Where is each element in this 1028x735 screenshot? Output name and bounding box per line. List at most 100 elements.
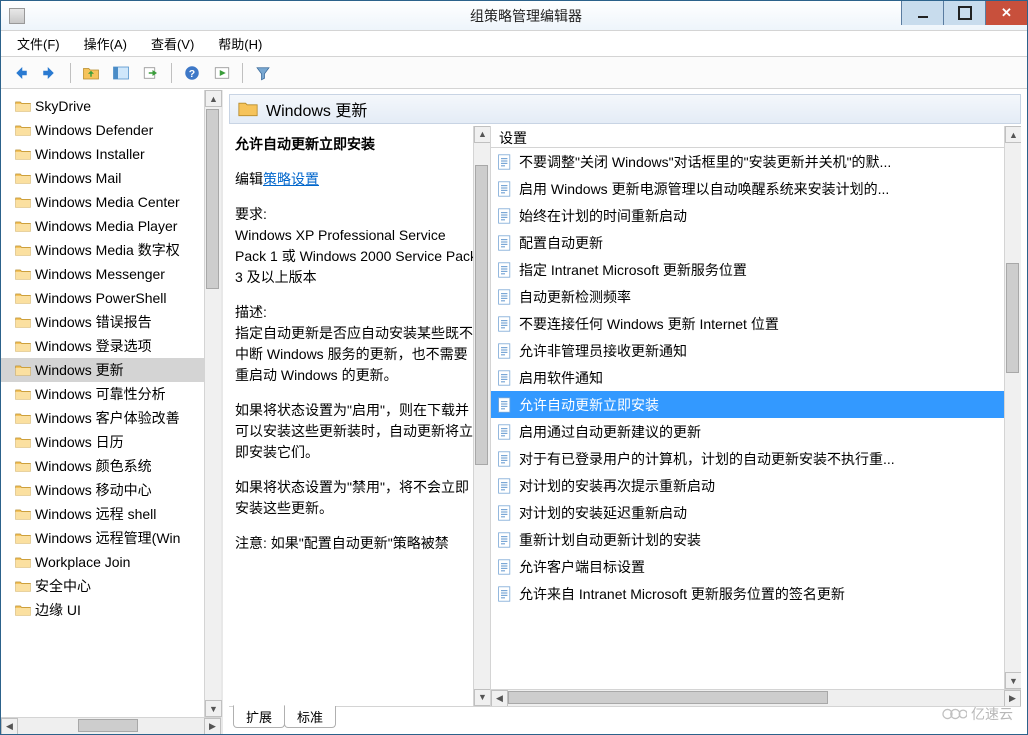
filter-button[interactable] (250, 60, 276, 86)
up-button[interactable] (78, 60, 104, 86)
tab-extended[interactable]: 扩展 (233, 705, 285, 728)
tree-item[interactable]: SkyDrive (1, 94, 221, 118)
tree-item[interactable]: Windows 登录选项 (1, 334, 221, 358)
tab-standard[interactable]: 标准 (284, 706, 336, 728)
tree-item-label: Windows 移动中心 (35, 480, 152, 500)
policy-icon (497, 181, 513, 197)
setting-item-label: 始终在计划的时间重新启动 (519, 206, 687, 226)
tree-list[interactable]: SkyDriveWindows DefenderWindows Installe… (1, 90, 221, 717)
menu-action[interactable]: 操作(A) (74, 32, 137, 55)
setting-item[interactable]: 对于有已登录用户的计算机，计划的自动更新安装不执行重... (491, 445, 1021, 472)
settings-list[interactable]: 不要调整"关闭 Windows"对话框里的"安装更新并关机"的默...启用 Wi… (491, 148, 1021, 689)
tree-vscrollbar[interactable]: ▲ ▼ (204, 90, 221, 717)
setting-item[interactable]: 重新计划自动更新计划的安装 (491, 526, 1021, 553)
tree-item[interactable]: Windows Media Player (1, 214, 221, 238)
forward-button[interactable] (37, 60, 63, 86)
scroll-down-icon[interactable]: ▼ (205, 700, 222, 717)
tree-item-label: Windows Messenger (35, 266, 165, 282)
scroll-up-icon[interactable]: ▲ (474, 126, 491, 143)
folder-up-icon (82, 64, 100, 82)
close-button[interactable] (985, 1, 1027, 25)
tree-item[interactable]: Windows 移动中心 (1, 478, 221, 502)
scroll-down-icon[interactable]: ▼ (1005, 672, 1021, 689)
maximize-button[interactable] (943, 1, 985, 25)
setting-item-label: 允许非管理员接收更新通知 (519, 341, 687, 361)
tree-item[interactable]: Windows Mail (1, 166, 221, 190)
setting-item[interactable]: 对计划的安装延迟重新启动 (491, 499, 1021, 526)
scroll-up-icon[interactable]: ▲ (205, 90, 222, 107)
minimize-button[interactable] (901, 1, 943, 25)
tree-item-label: Windows 日历 (35, 432, 124, 452)
settings-column-header[interactable]: 设置 (491, 126, 1021, 148)
scroll-down-icon[interactable]: ▼ (474, 689, 491, 706)
scroll-thumb[interactable] (206, 109, 219, 289)
setting-item[interactable]: 启用软件通知 (491, 364, 1021, 391)
folder-icon (15, 411, 31, 425)
setting-item[interactable]: 启用通过自动更新建议的更新 (491, 418, 1021, 445)
setting-item[interactable]: 配置自动更新 (491, 229, 1021, 256)
tree-item[interactable]: Windows 远程 shell (1, 502, 221, 526)
setting-item[interactable]: 指定 Intranet Microsoft 更新服务位置 (491, 256, 1021, 283)
tree-item[interactable]: Workplace Join (1, 550, 221, 574)
tree-item[interactable]: Windows 远程管理(Win (1, 526, 221, 550)
scroll-thumb[interactable] (1006, 263, 1019, 373)
setting-item[interactable]: 允许来自 Intranet Microsoft 更新服务位置的签名更新 (491, 580, 1021, 607)
menu-file[interactable]: 文件(F) (7, 32, 70, 55)
tree-item[interactable]: Windows Media Center (1, 190, 221, 214)
setting-item[interactable]: 允许非管理员接收更新通知 (491, 337, 1021, 364)
tree-hscrollbar[interactable]: ◀ ▶ (1, 717, 221, 734)
edit-policy-link[interactable]: 策略设置 (263, 171, 319, 187)
settings-vscrollbar[interactable]: ▲ ▼ (1004, 126, 1021, 689)
scroll-thumb[interactable] (78, 719, 138, 732)
window-title: 组策略管理编辑器 (25, 6, 1027, 26)
tree-item[interactable]: Windows 客户体验改善 (1, 406, 221, 430)
setting-item[interactable]: 启用 Windows 更新电源管理以自动唤醒系统来安装计划的... (491, 175, 1021, 202)
scroll-thumb[interactable] (475, 165, 488, 465)
arrow-right-icon (41, 64, 59, 82)
help-button[interactable]: ? (179, 60, 205, 86)
tree-item[interactable]: 安全中心 (1, 574, 221, 598)
desc-vscrollbar[interactable]: ▲ ▼ (473, 126, 490, 706)
menu-view[interactable]: 查看(V) (141, 32, 204, 55)
play-icon (213, 64, 231, 82)
scroll-thumb[interactable] (508, 691, 828, 704)
folder-icon (15, 99, 31, 113)
folder-icon (15, 387, 31, 401)
folder-icon (15, 315, 31, 329)
setting-item[interactable]: 允许客户端目标设置 (491, 553, 1021, 580)
tree-item[interactable]: Windows PowerShell (1, 286, 221, 310)
show-hide-tree-button[interactable] (108, 60, 134, 86)
scroll-left-icon[interactable]: ◀ (1, 718, 18, 735)
setting-item[interactable]: 不要连接任何 Windows 更新 Internet 位置 (491, 310, 1021, 337)
menu-help[interactable]: 帮助(H) (208, 32, 272, 55)
tree-item[interactable]: Windows Installer (1, 142, 221, 166)
setting-item[interactable]: 自动更新检测频率 (491, 283, 1021, 310)
action-button[interactable] (209, 60, 235, 86)
tree-item[interactable]: Windows 错误报告 (1, 310, 221, 334)
tree-item[interactable]: Windows Messenger (1, 262, 221, 286)
export-button[interactable] (138, 60, 164, 86)
tree-item[interactable]: 边缘 UI (1, 598, 221, 622)
tree-item-label: Windows 颜色系统 (35, 456, 152, 476)
policy-icon (497, 343, 513, 359)
tree-item[interactable]: Windows 日历 (1, 430, 221, 454)
description-panel: 允许自动更新立即安装 编辑策略设置 要求: Windows XP Profess… (229, 126, 491, 706)
tree-item[interactable]: Windows 更新 (1, 358, 221, 382)
setting-item[interactable]: 对计划的安装再次提示重新启动 (491, 472, 1021, 499)
setting-item[interactable]: 允许自动更新立即安装 (491, 391, 1021, 418)
app-icon (9, 8, 25, 24)
window-controls (901, 1, 1027, 25)
tree-item[interactable]: Windows Media 数字权 (1, 238, 221, 262)
back-button[interactable] (7, 60, 33, 86)
tree-item[interactable]: Windows 可靠性分析 (1, 382, 221, 406)
setting-item[interactable]: 始终在计划的时间重新启动 (491, 202, 1021, 229)
setting-item[interactable]: 不要调整"关闭 Windows"对话框里的"安装更新并关机"的默... (491, 148, 1021, 175)
folder-icon (15, 123, 31, 137)
tree-item[interactable]: Windows Defender (1, 118, 221, 142)
scroll-right-icon[interactable]: ▶ (204, 718, 221, 735)
scroll-left-icon[interactable]: ◀ (491, 690, 508, 706)
scroll-up-icon[interactable]: ▲ (1005, 126, 1021, 143)
gpme-window: 组策略管理编辑器 文件(F) 操作(A) 查看(V) 帮助(H) ? SkyDr… (0, 0, 1028, 735)
tree-item[interactable]: Windows 颜色系统 (1, 454, 221, 478)
folder-icon (15, 579, 31, 593)
